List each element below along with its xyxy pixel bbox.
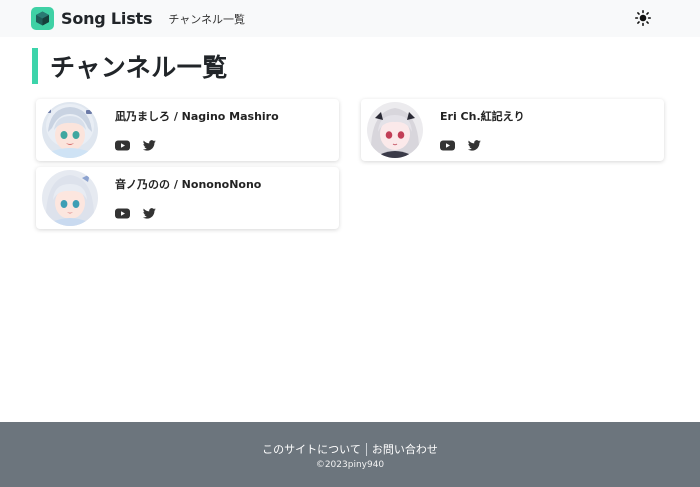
avatar[interactable] [42, 170, 98, 226]
channel-links [440, 140, 482, 151]
channel-links [115, 140, 157, 151]
youtube-icon[interactable] [440, 140, 455, 151]
twitter-icon[interactable] [467, 140, 482, 151]
footer-divider [365, 442, 367, 456]
channel-name[interactable]: 音ノ乃のの / NononoNono [115, 176, 261, 192]
footer: このサイトについて お問い合わせ ©2023piny940 [0, 422, 700, 487]
navbar: Song Lists チャンネル一覧 [0, 0, 700, 37]
page-title: チャンネル一覧 [50, 53, 228, 82]
twitter-icon[interactable] [142, 208, 157, 219]
twitter-icon[interactable] [142, 140, 157, 151]
page-title-block: チャンネル一覧 [32, 48, 228, 84]
avatar[interactable] [42, 102, 98, 158]
channel-name[interactable]: 凪乃ましろ / Nagino Mashiro [115, 108, 279, 124]
sun-icon [635, 10, 651, 26]
youtube-icon[interactable] [115, 140, 130, 151]
contact-link[interactable]: お問い合わせ [372, 441, 438, 457]
channel-card[interactable]: Eri Ch.紅記えり [361, 99, 664, 161]
theme-toggle-button[interactable] [633, 8, 653, 28]
brand-link[interactable]: Song Lists [31, 0, 153, 37]
avatar[interactable] [367, 102, 423, 158]
about-link[interactable]: このサイトについて [262, 441, 361, 457]
channel-card[interactable]: 凪乃ましろ / Nagino Mashiro [36, 99, 339, 161]
copyright: ©2023piny940 [315, 460, 385, 470]
brand-title: Song Lists [61, 9, 153, 28]
youtube-icon[interactable] [115, 208, 130, 219]
channel-card[interactable]: 音ノ乃のの / NononoNono [36, 167, 339, 229]
footer-links: このサイトについて お問い合わせ [0, 441, 700, 457]
brand-logo-icon [31, 7, 54, 30]
channel-links [115, 208, 157, 219]
channel-name[interactable]: Eri Ch.紅記えり [440, 108, 525, 124]
nav-link-channels[interactable]: チャンネル一覧 [168, 11, 245, 27]
